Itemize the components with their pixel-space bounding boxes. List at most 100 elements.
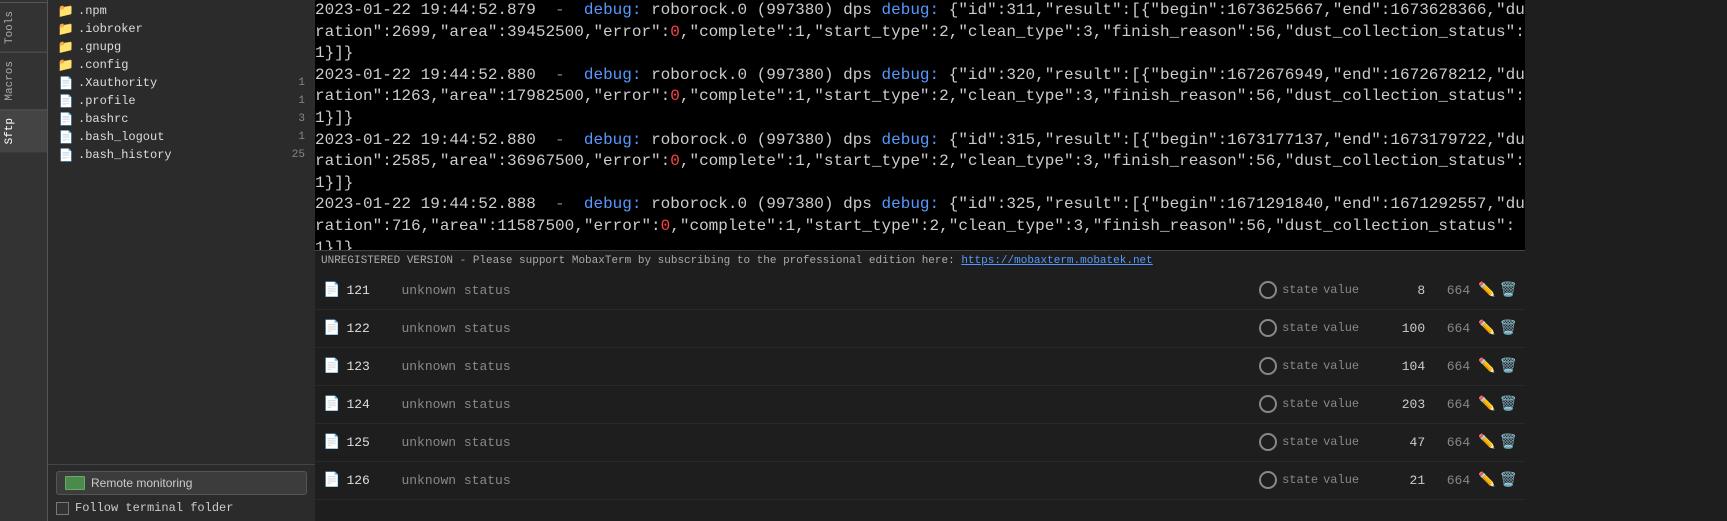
badge-label: state: [1282, 283, 1318, 297]
follow-terminal-checkbox[interactable]: [56, 502, 69, 515]
table-row: 📄 126 unknown status state value 21 664 …: [315, 462, 1525, 500]
remote-monitoring-label: Remote monitoring: [91, 476, 192, 490]
file-count: 1: [285, 131, 305, 143]
monitor-icon: [65, 476, 85, 490]
row-id: 125: [346, 435, 401, 450]
file-count: 1: [285, 77, 305, 89]
row-badge: state value: [1259, 281, 1359, 299]
row-status: unknown status: [401, 359, 1259, 374]
edit-icon[interactable]: ✏️: [1478, 472, 1495, 489]
file-item[interactable]: 📄.profile1: [48, 92, 315, 110]
row-number: 104: [1375, 359, 1425, 374]
edit-icon[interactable]: ✏️: [1478, 358, 1495, 375]
action-icons: ✏️ 🗑️: [1478, 282, 1517, 299]
badge-label: state: [1282, 397, 1318, 411]
delete-icon[interactable]: 🗑️: [1500, 358, 1517, 375]
row-file-icon: 📄: [323, 358, 340, 375]
edit-icon[interactable]: ✏️: [1478, 396, 1495, 413]
row-file-icon: 📄: [323, 320, 340, 337]
row-id: 122: [346, 321, 401, 336]
folder-icon: 📁: [58, 57, 74, 73]
file-name: .iobroker: [78, 22, 285, 36]
badge-value: value: [1323, 473, 1359, 487]
badge-value: value: [1323, 397, 1359, 411]
table-row: 📄 123 unknown status state value 104 664…: [315, 348, 1525, 386]
file-icon: 📄: [58, 93, 74, 109]
log-line: 2023-01-22 19:44:52.879 - debug: roboroc…: [315, 0, 1525, 65]
tool-tabs: Tools Macros Sftp: [0, 0, 48, 521]
terminal-output[interactable]: 2023-01-22 19:44:52.879 - debug: roboroc…: [315, 0, 1525, 250]
file-item[interactable]: 📁 .config: [48, 56, 315, 74]
log-line: 2023-01-22 19:44:52.880 - debug: roboroc…: [315, 65, 1525, 130]
delete-icon[interactable]: 🗑️: [1500, 320, 1517, 337]
file-name: .npm: [78, 4, 285, 18]
edit-icon[interactable]: ✏️: [1478, 320, 1495, 337]
unregistered-text: UNREGISTERED VERSION - Please support Mo…: [321, 255, 955, 267]
row-file-icon: 📄: [323, 472, 340, 489]
row-status: unknown status: [401, 473, 1259, 488]
delete-icon[interactable]: 🗑️: [1500, 434, 1517, 451]
circle-icon: [1259, 433, 1277, 451]
tab-tools[interactable]: Tools: [0, 2, 47, 52]
table-row: 📄 121 unknown status state value 8 664 ✏…: [315, 272, 1525, 310]
action-icons: ✏️ 🗑️: [1478, 320, 1517, 337]
table-row: 📄 125 unknown status state value 47 664 …: [315, 424, 1525, 462]
file-count: 3: [285, 113, 305, 125]
tab-sftp[interactable]: Sftp: [0, 109, 47, 152]
file-icon: 📄: [58, 111, 74, 127]
circle-icon: [1259, 471, 1277, 489]
badge-value: value: [1323, 359, 1359, 373]
folder-icon: 📁: [58, 3, 74, 19]
file-name: .config: [78, 58, 285, 72]
table-row: 📄 124 unknown status state value 203 664…: [315, 386, 1525, 424]
row-status: unknown status: [401, 321, 1259, 336]
row-status: unknown status: [401, 435, 1259, 450]
left-panel: Tools Macros Sftp 📁.npm📁.iobroker📁.gnupg…: [0, 0, 315, 521]
delete-icon[interactable]: 🗑️: [1500, 396, 1517, 413]
badge-value: value: [1323, 435, 1359, 449]
row-badge: state value: [1259, 319, 1359, 337]
edit-icon[interactable]: ✏️: [1478, 282, 1495, 299]
row-number: 21: [1375, 473, 1425, 488]
row-badge: state value: [1259, 395, 1359, 413]
delete-icon[interactable]: 🗑️: [1500, 282, 1517, 299]
file-name: .bash_logout: [78, 130, 285, 144]
row-id: 121: [346, 283, 401, 298]
file-item[interactable]: 📄.bashrc3: [48, 110, 315, 128]
file-count: 25: [285, 149, 305, 161]
file-item[interactable]: 📁 .iobroker: [48, 20, 315, 38]
log-line: 2023-01-22 19:44:52.880 - debug: roboroc…: [315, 130, 1525, 195]
row-file-icon: 📄: [323, 434, 340, 451]
file-name: .bash_history: [78, 148, 285, 162]
file-item[interactable]: 📄 .bash_logout1: [48, 128, 315, 146]
row-number: 203: [1375, 397, 1425, 412]
action-icons: ✏️ 🗑️: [1478, 434, 1517, 451]
circle-icon: [1259, 281, 1277, 299]
folder-icon: 📁: [58, 21, 74, 37]
action-icons: ✏️ 🗑️: [1478, 396, 1517, 413]
data-table: 📄 121 unknown status state value 8 664 ✏…: [315, 272, 1525, 521]
row-badge: state value: [1259, 357, 1359, 375]
file-item[interactable]: 📁 .npm: [48, 2, 315, 20]
file-item[interactable]: 📁.gnupg: [48, 38, 315, 56]
edit-icon[interactable]: ✏️: [1478, 434, 1495, 451]
mobaxterm-link[interactable]: https://mobaxterm.mobatek.net: [961, 255, 1152, 267]
badge-value: value: [1323, 283, 1359, 297]
file-item[interactable]: 📄.Xauthority1: [48, 74, 315, 92]
remote-monitoring-button[interactable]: Remote monitoring: [56, 471, 307, 495]
badge-value: value: [1323, 321, 1359, 335]
file-count: 1: [285, 95, 305, 107]
file-item[interactable]: 📄.bash_history25: [48, 146, 315, 164]
follow-terminal-label[interactable]: Follow terminal folder: [56, 501, 307, 515]
row-size: 664: [1435, 397, 1470, 412]
row-badge: state value: [1259, 471, 1359, 489]
tab-macros[interactable]: Macros: [0, 52, 47, 109]
file-name: .Xauthority: [78, 76, 285, 90]
row-size: 664: [1435, 435, 1470, 450]
delete-icon[interactable]: 🗑️: [1500, 472, 1517, 489]
file-icon: 📄: [58, 129, 74, 145]
circle-icon: [1259, 357, 1277, 375]
table-row: 📄 122 unknown status state value 100 664…: [315, 310, 1525, 348]
file-name: .gnupg: [78, 40, 285, 54]
terminal-and-status: 2023-01-22 19:44:52.879 - debug: roboroc…: [315, 0, 1525, 521]
